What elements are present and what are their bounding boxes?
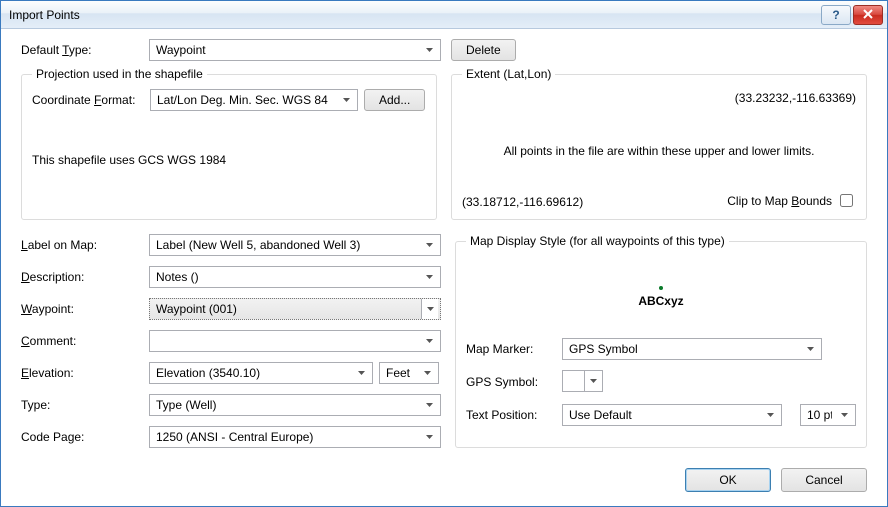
type-label: Type: bbox=[21, 398, 149, 412]
codepage-label: Code Page: bbox=[21, 430, 149, 444]
extent-group: Extent (Lat,Lon) (33.23232,-116.63369) A… bbox=[451, 67, 867, 220]
display-style-group: Map Display Style (for all waypoints of … bbox=[455, 234, 867, 448]
chevron-down-icon bbox=[421, 41, 438, 59]
elevation-unit-combo[interactable]: Feet bbox=[379, 362, 439, 384]
description-label: Description: bbox=[21, 270, 149, 284]
text-position-combo[interactable]: Use Default bbox=[562, 404, 782, 426]
close-button[interactable] bbox=[853, 5, 883, 25]
chevron-down-icon bbox=[421, 236, 438, 254]
add-button[interactable]: Add... bbox=[364, 89, 425, 111]
chevron-down-icon bbox=[802, 340, 819, 358]
extent-message: All points in the file are within these … bbox=[462, 144, 856, 158]
chevron-down-icon bbox=[421, 299, 438, 319]
gps-symbol-swatch bbox=[563, 371, 585, 391]
chevron-down-icon bbox=[836, 406, 853, 424]
chevron-down-icon bbox=[421, 268, 438, 286]
waypoint-label: Waypoint: bbox=[21, 302, 149, 316]
type-combo[interactable]: Type (Well) bbox=[149, 394, 441, 416]
window-controls: ? bbox=[821, 5, 883, 25]
comment-label: Comment: bbox=[21, 334, 149, 348]
extent-legend: Extent (Lat,Lon) bbox=[462, 67, 555, 81]
marker-dot-icon bbox=[659, 286, 663, 290]
chevron-down-icon bbox=[762, 406, 779, 424]
gps-symbol-combo[interactable] bbox=[562, 370, 603, 392]
comment-combo[interactable] bbox=[149, 330, 441, 352]
extent-lower: (33.18712,-116.69612) bbox=[462, 195, 583, 209]
chevron-down-icon bbox=[353, 364, 370, 382]
label-on-map-combo[interactable]: Label (New Well 5, abandoned Well 3) bbox=[149, 234, 441, 256]
extent-upper: (33.23232,-116.63369) bbox=[735, 91, 856, 105]
coord-format-combo[interactable]: Lat/Lon Deg. Min. Sec. WGS 84 bbox=[150, 89, 358, 111]
font-size-combo[interactable]: 10 pt bbox=[800, 404, 856, 426]
default-type-label: Default Type: bbox=[21, 43, 149, 57]
label-on-map-label: Label on Map: bbox=[21, 238, 149, 252]
window-title: Import Points bbox=[9, 8, 821, 22]
chevron-down-icon bbox=[585, 371, 602, 391]
clip-bounds-label: Clip to Map Bounds bbox=[727, 194, 832, 208]
help-icon: ? bbox=[832, 8, 839, 22]
ok-button[interactable]: OK bbox=[685, 468, 771, 492]
chevron-down-icon bbox=[419, 364, 436, 382]
map-marker-label: Map Marker: bbox=[466, 342, 556, 356]
default-type-combo[interactable]: Waypoint bbox=[149, 39, 441, 61]
clip-bounds-checkbox[interactable] bbox=[840, 194, 853, 207]
elevation-label: Elevation: bbox=[21, 366, 149, 380]
import-points-dialog: Import Points ? Default Type: Waypoint D… bbox=[0, 0, 888, 507]
projection-note: This shapefile uses GCS WGS 1984 bbox=[32, 153, 426, 167]
map-marker-combo[interactable]: GPS Symbol bbox=[562, 338, 822, 360]
chevron-down-icon bbox=[421, 332, 438, 350]
waypoint-combo[interactable]: Waypoint (001) bbox=[149, 298, 441, 320]
dialog-buttons: OK Cancel bbox=[1, 458, 887, 506]
coord-format-label: Coordinate Format: bbox=[32, 93, 150, 107]
titlebar: Import Points ? bbox=[1, 1, 887, 29]
help-button[interactable]: ? bbox=[821, 5, 851, 25]
field-mapping-grid: Label on Map: Label (New Well 5, abandon… bbox=[21, 234, 441, 448]
delete-button[interactable]: Delete bbox=[451, 39, 516, 61]
cancel-button[interactable]: Cancel bbox=[781, 468, 867, 492]
chevron-down-icon bbox=[421, 428, 438, 446]
chevron-down-icon bbox=[338, 91, 355, 109]
display-preview: ABCxyz bbox=[466, 256, 856, 338]
close-icon bbox=[863, 8, 873, 21]
gps-symbol-label: GPS Symbol: bbox=[466, 375, 556, 389]
elevation-combo[interactable]: Elevation (3540.10) bbox=[149, 362, 373, 384]
chevron-down-icon bbox=[421, 396, 438, 414]
projection-legend: Projection used in the shapefile bbox=[32, 67, 207, 81]
codepage-combo[interactable]: 1250 (ANSI - Central Europe) bbox=[149, 426, 441, 448]
projection-group: Projection used in the shapefile Coordin… bbox=[21, 67, 437, 220]
display-style-legend: Map Display Style (for all waypoints of … bbox=[466, 234, 729, 248]
display-sample-text: ABCxyz bbox=[638, 294, 683, 308]
text-position-label: Text Position: bbox=[466, 408, 556, 422]
description-combo[interactable]: Notes () bbox=[149, 266, 441, 288]
coord-format-value: Lat/Lon Deg. Min. Sec. WGS 84 bbox=[157, 93, 334, 107]
default-type-value: Waypoint bbox=[156, 43, 417, 57]
